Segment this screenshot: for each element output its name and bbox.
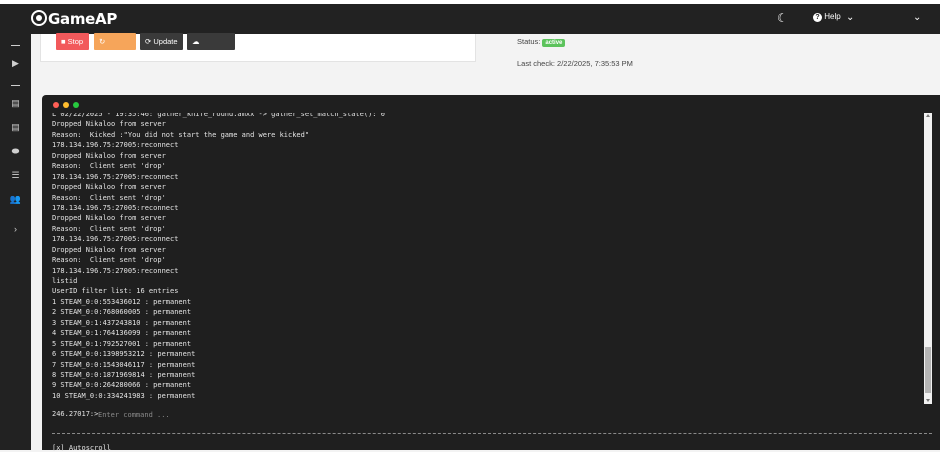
reinstall-label: Reinstall xyxy=(192,54,221,63)
console-line: 6 STEAM_0:0:1398953212 : permanent xyxy=(52,350,196,359)
help-label: Help xyxy=(824,12,841,21)
brand-logo[interactable]: GameAP xyxy=(31,10,117,28)
console-line: 5 STEAM_0:1:792527001 : permanent xyxy=(52,339,192,348)
console-output[interactable]: L 02/22/2025 - 19:35:46: gather_knife_ro… xyxy=(52,113,922,404)
console-line: Reason: Client sent 'drop' xyxy=(52,256,166,265)
server-icon[interactable]: ▤ xyxy=(9,97,22,110)
gear-icon xyxy=(31,10,47,26)
users-icon[interactable]: 👥 xyxy=(9,193,22,206)
last-check: Last check: 2/22/2025, 7:35:53 PM xyxy=(517,59,633,68)
gamepad-icon[interactable]: ⬬ xyxy=(9,145,22,158)
play-icon[interactable]: ▶ xyxy=(9,57,22,70)
chevron-right-icon[interactable]: › xyxy=(9,223,22,236)
sidebar-divider xyxy=(11,85,20,86)
console-line: 178.134.196.75:27005:reconnect xyxy=(52,235,179,244)
console-line: Dropped Nikaloo from server xyxy=(52,214,166,223)
console-line: 9 STEAM_0:0:264280066 : permanent xyxy=(52,381,192,390)
brand-name: GameAP xyxy=(48,10,118,28)
stop-button[interactable]: ■ Stop xyxy=(56,33,89,50)
console-line: 3 STEAM_0:1:437243810 : permanent xyxy=(52,318,192,327)
chevron-down-icon[interactable]: ⌄ xyxy=(846,12,854,23)
console-line: Reason: Client sent 'drop' xyxy=(52,162,166,171)
navbar: GameAP ☾ ? Help ⌄ ⌄ xyxy=(0,4,940,34)
server-status: Status: active xyxy=(517,37,566,47)
stop-label: Stop xyxy=(67,37,84,46)
console-line: 178.134.196.75:27005:reconnect xyxy=(52,203,179,212)
sidebar-divider xyxy=(11,45,20,46)
moon-icon[interactable]: ☾ xyxy=(777,11,788,25)
restart-button[interactable]: ↻ Restart xyxy=(94,33,136,63)
console-line: 4 STEAM_0:1:764136099 : permanent xyxy=(52,329,192,338)
console-line: Reason: Client sent 'drop' xyxy=(52,193,166,202)
servers-icon[interactable]: ▤ xyxy=(9,121,22,134)
window-close-dot xyxy=(53,102,59,108)
console-line: 2 STEAM_0:0:768060005 : permanent xyxy=(52,308,192,317)
update-button[interactable]: ⟳ Update xyxy=(140,33,183,50)
sidebar: ▶ ▤ ▤ ⬬ ☰ 👥 › xyxy=(0,34,31,450)
console-line: UserID filter list: 16 entries xyxy=(52,287,179,296)
status-label: Status: xyxy=(517,37,541,46)
question-circle-icon: ? xyxy=(813,13,822,22)
console-line: 178.134.196.75:27005:reconnect xyxy=(52,141,179,150)
console-line: 8 STEAM_0:0:1871969814 : permanent xyxy=(52,370,196,379)
list-icon[interactable]: ☰ xyxy=(9,169,22,182)
console-prompt: 246.27017:> xyxy=(52,410,103,418)
console-line: 178.134.196.75:27005:reconnect xyxy=(52,172,179,181)
autoscroll-toggle[interactable]: [x] Autoscroll xyxy=(52,444,111,452)
scroll-thumb[interactable] xyxy=(925,347,931,393)
console-line: 10 STEAM_0:0:334241983 : permanent xyxy=(52,391,196,400)
console-line: 7 STEAM_0:0:1543046117 : permanent xyxy=(52,360,196,369)
help-menu[interactable]: ? Help xyxy=(813,12,841,22)
console-line: 1 STEAM_0:0:553436012 : permanent xyxy=(52,297,192,306)
reinstall-button[interactable]: ☁ Reinstall xyxy=(187,33,235,63)
console-line: Dropped Nikaloo from server xyxy=(52,151,166,160)
console-divider xyxy=(52,433,932,434)
scroll-down-arrow[interactable] xyxy=(926,399,930,402)
status-badge: active xyxy=(542,39,566,47)
console-line: Reason: Kicked :"You did not start the g… xyxy=(52,130,310,139)
console-line: 178.134.196.75:27005:reconnect xyxy=(52,266,179,275)
chevron-down-icon[interactable]: ⌄ xyxy=(913,12,921,23)
console-line: Dropped Nikaloo from server xyxy=(52,120,166,129)
restart-label: Restart xyxy=(99,54,124,63)
console-line: Dropped Nikaloo from server xyxy=(52,245,166,254)
console-line: listid xyxy=(52,277,78,285)
console-line: Reason: Client sent 'drop' xyxy=(52,224,166,233)
window-maximize-dot xyxy=(73,102,79,108)
window-minimize-dot xyxy=(63,102,69,108)
console-scrollbar[interactable] xyxy=(924,113,932,404)
scroll-up-arrow[interactable] xyxy=(926,114,930,117)
update-label: Update xyxy=(153,37,178,46)
command-input[interactable] xyxy=(98,409,398,421)
last-check-value: 2/22/2025, 7:35:53 PM xyxy=(557,59,633,68)
last-check-label: Last check: xyxy=(517,59,555,68)
console-line: Dropped Nikaloo from server xyxy=(52,183,166,192)
